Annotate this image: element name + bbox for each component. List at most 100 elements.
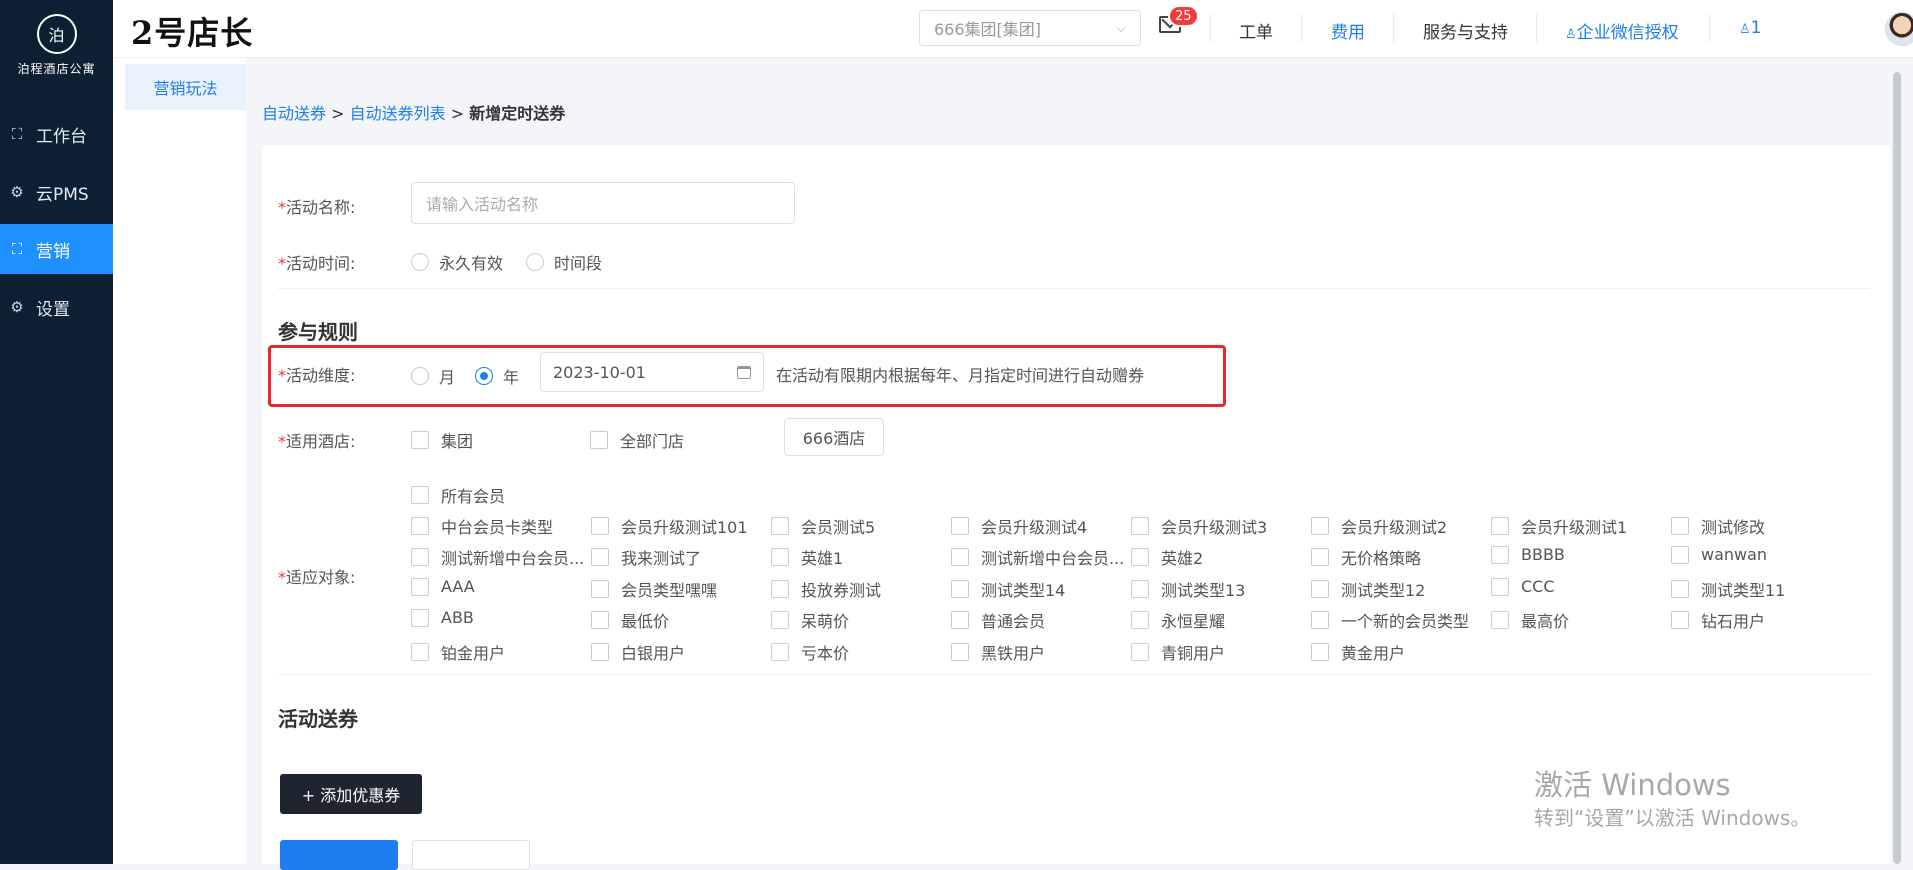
member-type-checkbox[interactable]: 测试类型12 <box>1311 577 1487 601</box>
checkbox-box <box>771 611 789 629</box>
radio-year[interactable]: 年 <box>475 364 519 388</box>
member-type-checkbox[interactable]: 会员升级测试3 <box>1131 514 1307 538</box>
add-coupon-button[interactable]: + 添加优惠券 <box>280 774 422 814</box>
member-type-checkbox[interactable]: BBBB <box>1491 545 1667 564</box>
member-type-checkbox[interactable]: 我来测试了 <box>591 545 767 569</box>
dimension-hint: 在活动有限期内根据每年、月指定时间进行自动赠券 <box>776 366 1145 385</box>
member-type-label: 黑铁用户 <box>981 644 1046 663</box>
date-value: 2023-10-01 <box>553 362 646 382</box>
submit-button[interactable] <box>280 840 398 870</box>
checkbox-box <box>1131 548 1149 566</box>
fee-link[interactable]: 费用 <box>1331 18 1365 43</box>
checkbox-box <box>1671 517 1689 535</box>
member-type-checkbox[interactable]: 黑铁用户 <box>951 640 1127 664</box>
member-type-checkbox[interactable]: CCC <box>1491 577 1667 596</box>
user-menu[interactable]: ♙1 <box>1739 18 1761 38</box>
member-type-checkbox[interactable]: 黄金用户 <box>1311 640 1487 664</box>
member-type-checkbox[interactable]: 最低价 <box>591 608 767 632</box>
sidebar-item-pms[interactable]: ⚙ 云PMS <box>0 167 113 217</box>
user-icon: ♙ <box>1565 27 1577 42</box>
member-type-checkbox[interactable]: 英雄1 <box>771 545 947 569</box>
member-type-checkbox[interactable]: 投放券测试 <box>771 577 947 601</box>
member-type-checkbox[interactable]: 永恒星耀 <box>1131 608 1307 632</box>
service-link[interactable]: 服务与支持 <box>1423 18 1508 43</box>
member-type-checkbox[interactable]: 测试新增中台会员... <box>951 545 1127 569</box>
activity-time-label: *活动时间: <box>278 254 356 273</box>
checkbox-box <box>1131 580 1149 598</box>
avatar[interactable] <box>1885 12 1913 46</box>
dimension-label: *活动维度: <box>278 366 356 385</box>
radio-month[interactable]: 月 <box>411 364 455 388</box>
member-type-checkbox[interactable]: 铂金用户 <box>411 640 587 664</box>
breadcrumb-coupon-list[interactable]: 自动送券列表 <box>350 104 446 123</box>
checkbox-box <box>771 643 789 661</box>
ticket-link[interactable]: 工单 <box>1239 18 1273 43</box>
subnav-item-marketing-play[interactable]: 营销玩法 <box>125 64 246 110</box>
checkbox-all-members[interactable]: 所有会员 <box>411 483 505 507</box>
member-type-checkbox[interactable]: 中台会员卡类型 <box>411 514 587 538</box>
checkbox-all-stores-label: 全部门店 <box>620 432 685 451</box>
member-type-checkbox[interactable]: 呆萌价 <box>771 608 947 632</box>
logo-mark: 泊 <box>36 14 77 54</box>
member-type-label: 最低价 <box>621 612 670 631</box>
checkbox-box <box>591 643 609 661</box>
hotel-666-button[interactable]: 666酒店 <box>784 418 884 456</box>
member-type-checkbox[interactable]: wanwan <box>1671 545 1847 564</box>
member-type-label: 测试类型11 <box>1701 581 1786 600</box>
checkbox-all-stores[interactable]: 全部门店 <box>590 428 684 452</box>
breadcrumb-auto-coupon[interactable]: 自动送券 <box>262 104 326 123</box>
group-select[interactable]: 666集团[集团] ⌵ <box>919 10 1141 46</box>
member-type-checkbox[interactable]: 白银用户 <box>591 640 767 664</box>
member-type-checkbox[interactable]: 青铜用户 <box>1131 640 1307 664</box>
breadcrumb-separator: > <box>450 104 465 123</box>
checkbox-box <box>1311 517 1329 535</box>
member-type-checkbox[interactable]: 会员测试5 <box>771 514 947 538</box>
member-type-checkbox[interactable]: 普通会员 <box>951 608 1127 632</box>
member-type-checkbox[interactable]: 钻石用户 <box>1671 608 1847 632</box>
member-type-label: BBBB <box>1521 545 1565 564</box>
member-type-checkbox[interactable]: ABB <box>411 608 587 627</box>
member-type-checkbox[interactable]: 测试类型14 <box>951 577 1127 601</box>
member-type-checkbox[interactable]: 会员升级测试1 <box>1491 514 1667 538</box>
member-type-checkbox[interactable]: 会员升级测试101 <box>591 514 767 538</box>
member-type-checkbox[interactable]: 会员升级测试4 <box>951 514 1127 538</box>
wechat-auth-link[interactable]: ♙企业微信授权 <box>1565 18 1679 43</box>
checkbox-box <box>591 611 609 629</box>
member-type-checkbox[interactable]: 测试修改 <box>1671 514 1847 538</box>
member-type-checkbox[interactable]: 无价格策略 <box>1311 545 1487 569</box>
member-type-checkbox[interactable]: 一个新的会员类型 <box>1311 608 1487 632</box>
member-type-checkbox[interactable]: 会员升级测试2 <box>1311 514 1487 538</box>
sidebar-item-workbench[interactable]: ⛶ 工作台 <box>0 109 113 159</box>
radio-permanent[interactable]: 永久有效 <box>411 250 503 274</box>
checkbox-box <box>1491 577 1509 596</box>
member-type-checkbox[interactable]: 会员类型嘿嘿 <box>591 577 767 601</box>
brand-title: 2号店长 <box>131 14 254 52</box>
member-type-checkbox[interactable]: 亏本价 <box>771 640 947 664</box>
checkbox-box <box>1491 545 1509 564</box>
checkbox-box <box>1671 545 1689 564</box>
member-type-checkbox[interactable]: 测试类型11 <box>1671 577 1847 601</box>
checkbox-box <box>1311 548 1329 566</box>
activity-name-input[interactable]: 请输入活动名称 <box>411 182 795 224</box>
sidebar-item-settings[interactable]: ⚙ 设置 <box>0 282 113 332</box>
activity-name-placeholder: 请输入活动名称 <box>426 195 539 214</box>
radio-period[interactable]: 时间段 <box>526 250 602 274</box>
sidebar-item-label: 云PMS <box>36 184 89 205</box>
date-input[interactable]: 2023-10-01 <box>540 352 764 392</box>
sidebar-item-label: 营销 <box>36 241 70 262</box>
member-type-label: 最高价 <box>1521 612 1570 631</box>
checkbox-box <box>1671 580 1689 598</box>
member-type-label: 测试新增中台会员... <box>981 549 1125 568</box>
scrollbar[interactable] <box>1893 72 1901 864</box>
member-type-checkbox[interactable]: 测试新增中台会员... <box>411 545 587 569</box>
member-type-checkbox[interactable]: 测试类型13 <box>1131 577 1307 601</box>
member-type-checkbox[interactable]: 英雄2 <box>1131 545 1307 569</box>
member-type-checkbox[interactable]: 最高价 <box>1491 608 1667 632</box>
member-type-label: 测试类型12 <box>1341 581 1426 600</box>
checkbox-group[interactable]: 集团 <box>411 428 473 452</box>
cancel-button[interactable] <box>412 840 530 870</box>
sidebar-item-marketing[interactable]: ⛶ 营销 <box>0 224 113 274</box>
activity-name-label: *活动名称: <box>278 198 356 217</box>
divider <box>278 674 1870 675</box>
member-type-checkbox[interactable]: AAA <box>411 577 587 596</box>
